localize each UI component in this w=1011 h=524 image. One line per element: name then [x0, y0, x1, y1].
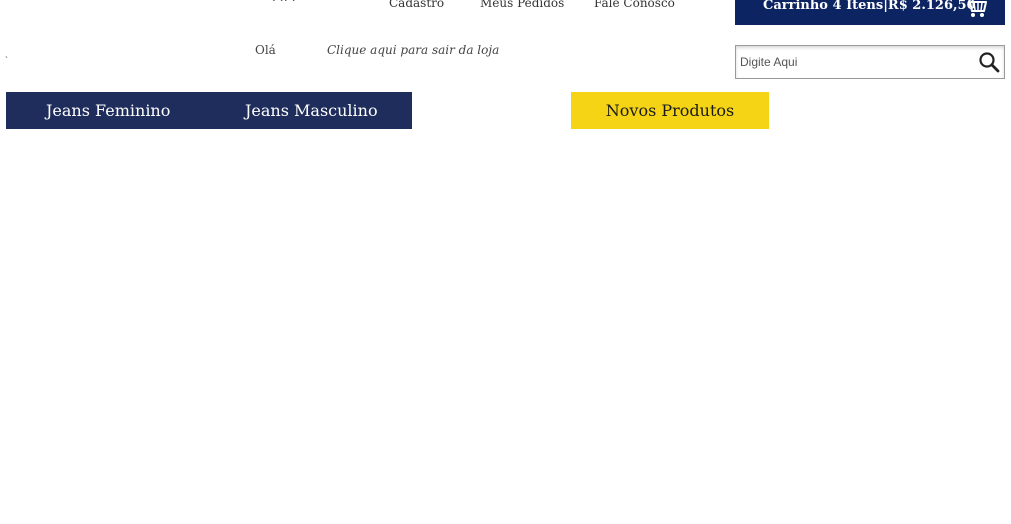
category-nav: Jeans Feminino Jeans Masculino [6, 92, 412, 129]
logout-link[interactable]: Clique aqui para sair da loja [327, 43, 499, 57]
header-partial-text: ·:·::·:· [268, 0, 299, 4]
cart-button[interactable]: Carrinho 4 Itens|R$ 2.126,50 [735, 0, 1005, 25]
cart-summary: Carrinho 4 Itens|R$ 2.126,50 [763, 0, 976, 13]
shopping-cart-icon [968, 0, 987, 17]
logo-fragment: ˏ [5, 49, 8, 59]
search-input[interactable] [740, 53, 968, 71]
nav-item-jeans-masculino[interactable]: Jeans Masculino [245, 101, 378, 120]
novos-produtos-button[interactable]: Novos Produtos [571, 92, 769, 129]
search-box [735, 45, 1005, 79]
meus-pedidos-link[interactable]: Meus Pedidos [480, 0, 564, 10]
greeting-text: Olá [255, 43, 276, 57]
fale-conosco-link[interactable]: Fale Conosco [594, 0, 675, 10]
magnifier-icon[interactable] [978, 51, 1000, 73]
cadastro-link[interactable]: Cadastro [389, 0, 444, 10]
nav-item-jeans-feminino[interactable]: Jeans Feminino [46, 101, 170, 120]
